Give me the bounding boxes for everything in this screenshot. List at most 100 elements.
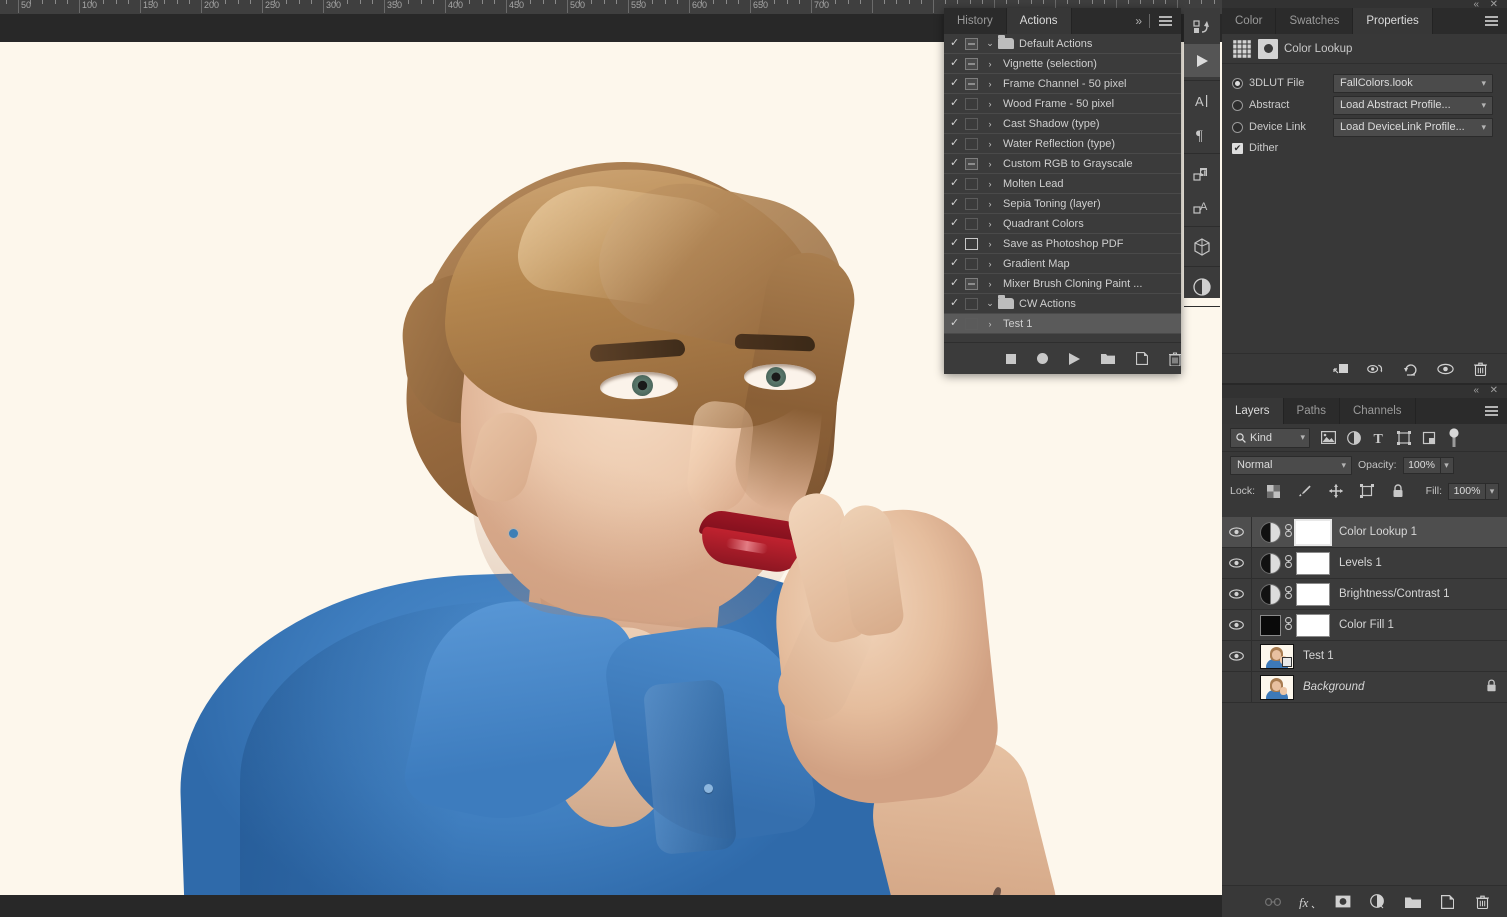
create-new-action-button[interactable] [1136,351,1148,367]
chevron-right-icon[interactable]: › [982,199,998,209]
opacity-stepper-chevron-icon[interactable]: ▾ [1440,456,1454,474]
action-row[interactable]: ✓ › Molten Lead [944,174,1181,194]
adjustments-panel-icon[interactable] [1184,270,1220,303]
layer-mask-link-icon[interactable] [1281,524,1296,540]
filter-pixel-layers-icon[interactable] [1316,427,1341,449]
layer-visibility-eye-icon[interactable] [1222,579,1252,609]
action-row[interactable]: ✓ › Save as Photoshop PDF [944,234,1181,254]
layer-mask-link-icon[interactable] [1281,617,1296,633]
action-record-icon[interactable] [1184,11,1220,44]
action-row[interactable]: ✓ › Vignette (selection) [944,54,1181,74]
clip-to-layer-button[interactable] [1332,360,1349,377]
layer-name[interactable]: Brightness/Contrast 1 [1339,588,1507,600]
collapse-to-icons-icon[interactable]: « [1473,385,1479,396]
view-previous-state-button[interactable] [1367,360,1384,377]
action-row[interactable]: ✓ › Water Reflection (type) [944,134,1181,154]
action-row[interactable]: ✓ › Frame Channel - 50 pixel [944,74,1181,94]
chevron-right-icon[interactable]: › [982,219,998,229]
layer-row[interactable]: Brightness/Contrast 1 [1222,579,1507,610]
action-toggle-checkbox[interactable]: ✓ [950,118,965,129]
action-set-row[interactable]: ✓ ⌄ Default Actions [944,34,1181,54]
delete-button[interactable] [1169,351,1181,367]
action-row[interactable]: ✓ › Wood Frame - 50 pixel [944,94,1181,114]
add-layer-mask-button[interactable] [1334,893,1351,910]
adjustment-thumbnail[interactable] [1260,552,1281,574]
play-selection-button[interactable] [1069,351,1080,367]
action-toggle-checkbox[interactable]: ✓ [950,198,965,209]
solid-fill-thumbnail[interactable] [1260,614,1281,636]
layers-panel-menu-icon[interactable] [1476,398,1507,424]
action-row[interactable]: ✓ › Test 1 [944,314,1181,334]
radio-3dlut-file[interactable] [1232,77,1243,89]
chevron-right-icon[interactable]: › [982,319,998,329]
layer-image-thumbnail[interactable] [1260,643,1294,669]
reset-button[interactable] [1402,360,1419,377]
action-toggle-checkbox[interactable]: ✓ [950,138,965,149]
fill-input[interactable]: 100% [1448,482,1486,500]
collapsed-panel-dock[interactable]: A ¶ ¶ A [1184,8,1220,307]
filter-shape-layers-icon[interactable] [1391,427,1416,449]
chevron-down-icon[interactable]: ⌄ [982,298,998,309]
tab-swatches[interactable]: Swatches [1276,8,1354,34]
blend-mode-select[interactable]: Normal ▾ [1230,455,1352,475]
character-styles-icon[interactable]: ¶ [1184,157,1220,190]
layers-panel-footer[interactable]: fx [1222,885,1507,917]
3d-panel-icon[interactable] [1184,230,1220,263]
layer-row[interactable]: Color Lookup 1 [1222,517,1507,548]
tab-color[interactable]: Color [1222,8,1277,34]
layer-visibility-eye-icon[interactable] [1222,517,1252,547]
action-toggle-checkbox[interactable]: ✓ [950,218,965,229]
action-row[interactable]: ✓ › Sepia Toning (layer) [944,194,1181,214]
action-toggle-checkbox[interactable]: ✓ [950,258,965,269]
paragraph-styles-icon[interactable]: A [1184,190,1220,223]
layer-name[interactable]: Levels 1 [1339,557,1507,569]
action-toggle-checkbox[interactable]: ✓ [950,298,965,309]
option-row-dither[interactable]: ✔ Dither [1222,138,1507,158]
layers-panel-tabs[interactable]: Layers Paths Channels [1222,398,1507,424]
new-group-button[interactable] [1404,893,1421,910]
opacity-input[interactable]: 100% [1402,456,1441,474]
chevron-down-icon[interactable]: ▾ [1481,122,1486,133]
action-dialog-toggle-box[interactable] [965,117,978,130]
action-dialog-toggle-box[interactable] [965,177,978,190]
chevron-down-icon[interactable]: ▾ [1481,78,1486,89]
radio-abstract[interactable] [1232,99,1243,111]
add-layer-style-button[interactable]: fx [1299,893,1316,910]
layer-mask-thumbnail[interactable] [1296,613,1330,637]
layer-mask-thumbnail[interactable] [1294,518,1332,546]
action-toggle-checkbox[interactable]: ✓ [950,278,965,289]
select-3dlut-file[interactable]: FallColors.look ▾ [1333,73,1493,93]
action-dialog-toggle-box[interactable] [965,277,978,290]
actions-panel[interactable]: History Actions » ✓ ⌄ Default Actions ✓ › Vig… [944,8,1181,374]
layer-visibility-eye-icon[interactable] [1222,672,1252,702]
layer-name[interactable]: Test 1 [1303,650,1507,662]
filter-adjustment-layers-icon[interactable] [1341,427,1366,449]
layer-image-thumbnail[interactable] [1260,674,1294,700]
action-dialog-toggle-box[interactable] [965,37,978,50]
properties-body[interactable]: Color Lookup 3DLUT File FallColors.look … [1222,34,1507,158]
lock-transparent-pixels-icon[interactable] [1261,480,1286,502]
blend-mode-row[interactable]: Normal ▾ Opacity: 100% ▾ [1222,452,1507,478]
layer-row[interactable]: Levels 1 [1222,548,1507,579]
layer-mask-link-icon[interactable] [1281,586,1296,602]
select-devicelink-profile[interactable]: Load DeviceLink Profile... ▾ [1333,117,1493,137]
filter-type-layers-icon[interactable]: T [1366,427,1391,449]
radio-device-link[interactable] [1232,121,1243,133]
layer-mask-thumbnail[interactable] [1296,551,1330,575]
action-row[interactable]: ✓ › Custom RGB to Grayscale [944,154,1181,174]
new-layer-button[interactable] [1439,893,1456,910]
layer-row[interactable]: Color Fill 1 [1222,610,1507,641]
action-toggle-checkbox[interactable]: ✓ [950,38,965,49]
action-dialog-toggle-box[interactable] [965,197,978,210]
tab-history[interactable]: History [944,8,1007,34]
stop-playing-button[interactable] [1006,351,1016,367]
chevron-down-icon[interactable]: ▾ [1300,432,1305,443]
close-icon[interactable]: ✕ [1490,385,1498,396]
action-dialog-toggle-box[interactable] [965,57,978,70]
action-row[interactable]: ✓ › Quadrant Colors [944,214,1181,234]
layer-mask-thumbnail[interactable] [1296,582,1330,606]
color-lookup-grid-icon[interactable] [1232,38,1252,59]
filter-enable-toggle[interactable] [1441,427,1466,449]
action-dialog-toggle-box[interactable] [965,317,978,330]
action-row[interactable]: ✓ › Mixer Brush Cloning Paint ... [944,274,1181,294]
